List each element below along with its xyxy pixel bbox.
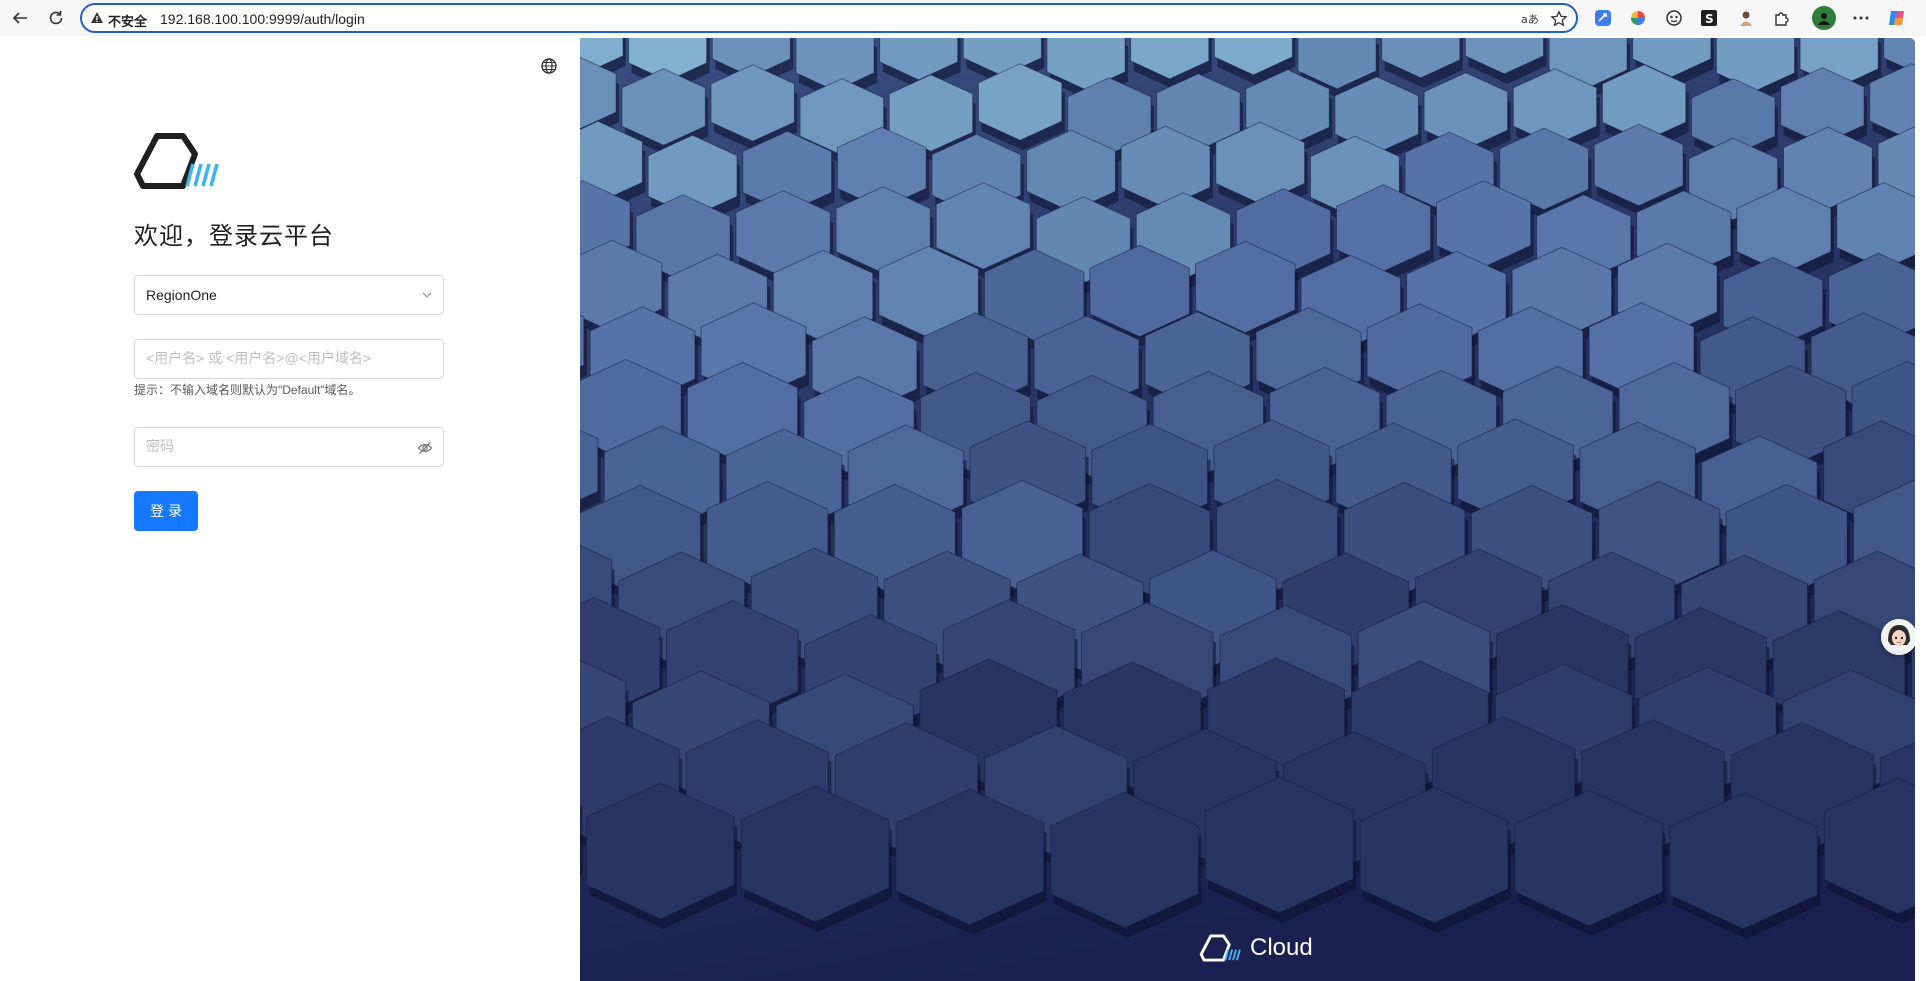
svg-text:aあ: aあ xyxy=(1521,13,1539,26)
read-aloud-icon: aあ xyxy=(1521,13,1539,26)
extension-button-5[interactable] xyxy=(1735,7,1757,29)
extension-s-icon: S xyxy=(1701,10,1717,26)
copilot-icon xyxy=(1889,11,1904,25)
warning-icon xyxy=(91,12,103,23)
region-select[interactable]: RegionOne xyxy=(134,275,444,315)
username-field[interactable] xyxy=(134,339,444,379)
cloud-logo-icon xyxy=(134,133,219,189)
extension-button-4[interactable]: S xyxy=(1698,7,1720,29)
cloud-logo xyxy=(133,130,223,197)
page-title: 欢迎，登录云平台 xyxy=(134,223,334,250)
extension-figure-icon xyxy=(1740,11,1752,26)
extension-button-2[interactable] xyxy=(1627,7,1649,29)
back-arrow-icon xyxy=(12,12,27,24)
login-panel: 欢迎，登录云平台 RegionOne 提示：不输入域名则默认为"Default"… xyxy=(5,38,580,981)
extension-mask-icon xyxy=(1666,10,1682,26)
svg-text:S: S xyxy=(1705,12,1714,26)
brand-name: Cloud xyxy=(1250,934,1313,961)
eye-hidden-icon[interactable] xyxy=(417,440,433,456)
chevron-down-icon xyxy=(422,292,432,298)
brand-footer: Cloud xyxy=(1198,933,1313,963)
extension-color-icon xyxy=(1631,11,1645,25)
password-field[interactable] xyxy=(134,427,444,467)
username-input[interactable] xyxy=(146,350,416,366)
username-hint: 提示：不输入域名则默认为"Default"域名。 xyxy=(134,383,361,397)
profile-icon xyxy=(1818,13,1830,25)
reload-button[interactable] xyxy=(42,4,70,32)
browser-toolbar: 不安全 192.168.100.100:9999/auth/login aあ S xyxy=(0,0,1926,36)
page-viewport: 欢迎，登录云平台 RegionOne 提示：不输入域名则默认为"Default"… xyxy=(5,38,1915,981)
puzzle-icon xyxy=(1775,12,1789,26)
star-icon xyxy=(1550,10,1568,27)
read-aloud-button[interactable]: aあ xyxy=(1520,9,1540,29)
address-bar[interactable]: 不安全 192.168.100.100:9999/auth/login aあ xyxy=(80,3,1578,33)
region-select-value: RegionOne xyxy=(146,287,217,303)
url-text[interactable]: 192.168.100.100:9999/auth/login xyxy=(160,11,365,27)
login-button[interactable]: 登录 xyxy=(134,491,198,531)
copilot-button[interactable] xyxy=(1886,7,1908,29)
reload-icon xyxy=(49,11,63,25)
assistant-avatar-button[interactable] xyxy=(1881,619,1915,655)
extension-blue-icon xyxy=(1595,10,1611,26)
favorite-button[interactable] xyxy=(1549,9,1569,29)
extensions-menu-button[interactable] xyxy=(1771,7,1793,29)
assistant-avatar-icon xyxy=(1881,619,1915,655)
globe-icon xyxy=(541,58,557,74)
hexagon-pattern-image xyxy=(580,38,1915,981)
extension-button-1[interactable] xyxy=(1592,7,1614,29)
password-input[interactable] xyxy=(146,438,416,454)
hero-background xyxy=(580,38,1915,981)
more-menu-button[interactable] xyxy=(1850,7,1872,29)
back-button[interactable] xyxy=(6,4,34,32)
ellipsis-icon xyxy=(1853,16,1869,20)
security-label[interactable]: 不安全 xyxy=(108,11,147,30)
extension-button-3[interactable] xyxy=(1663,7,1685,29)
language-switch-button[interactable] xyxy=(539,56,559,76)
profile-avatar-button[interactable] xyxy=(1812,6,1836,30)
brand-cloud-icon xyxy=(1199,934,1241,962)
